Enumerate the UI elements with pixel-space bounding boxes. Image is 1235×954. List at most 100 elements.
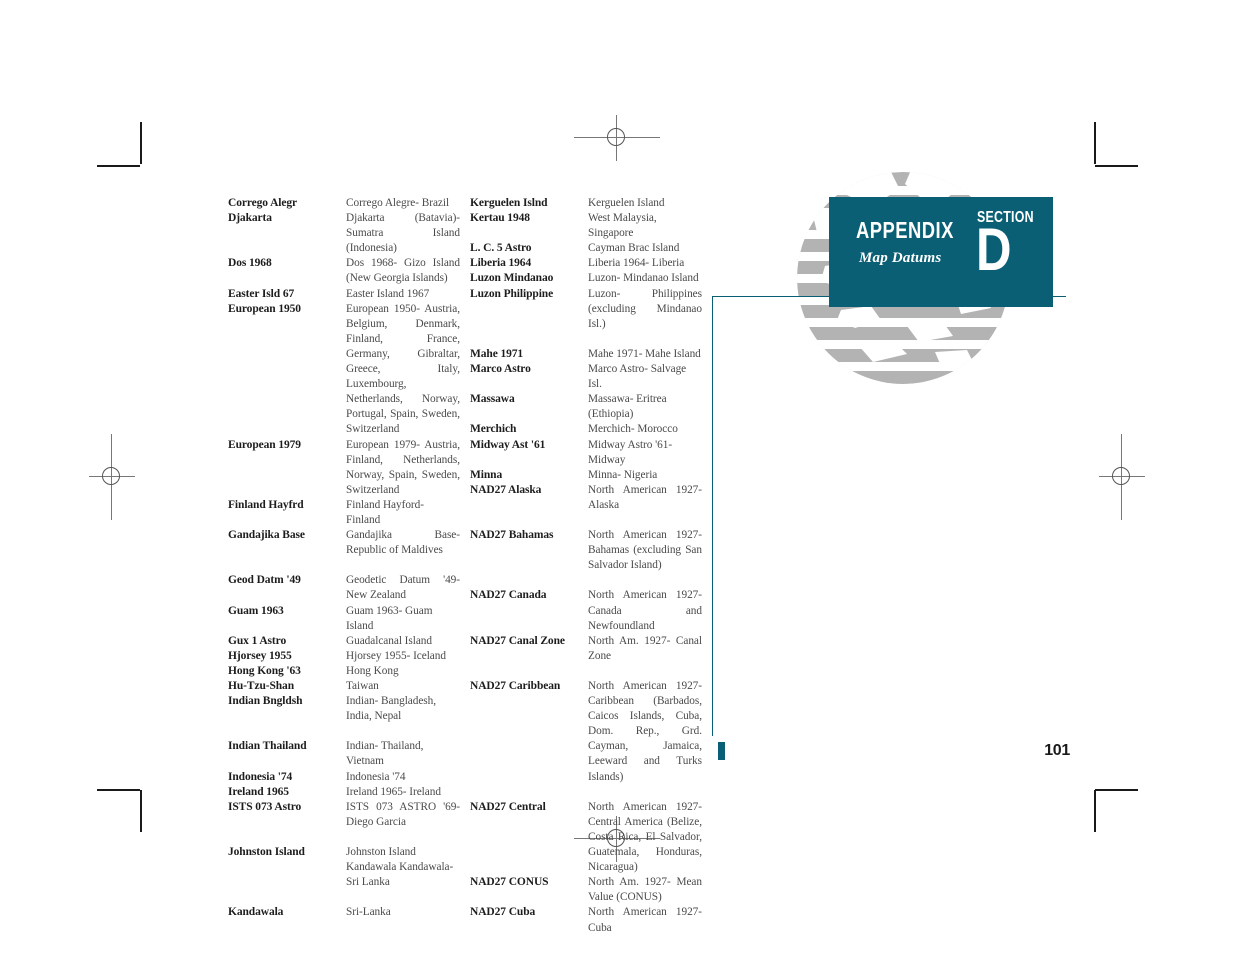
datum-row: Gux 1 Astro Guadalcanal Island <box>228 634 460 649</box>
datum-name: Geod Datm '49 <box>228 574 301 587</box>
datum-name: Hong Kong '63 <box>228 664 301 677</box>
content-frame-rule <box>712 296 1066 736</box>
page-canvas: APPENDIX Map Datums SECTION D Corrego Al… <box>0 0 1235 954</box>
datum-row: ISTS 073 Astro ISTS 073 ASTRO '69- Diego … <box>228 800 460 830</box>
datum-name: Luzon Philippine <box>470 287 554 300</box>
datum-description: North Am. 1927- Canal Zone <box>588 634 702 662</box>
datum-description: Massawa- Eritrea (Ethiopia) <box>588 393 667 421</box>
datum-name: European 1979 <box>228 438 301 451</box>
page-number: 101 <box>1044 742 1070 759</box>
datum-description: North American 1927- Canada and Newfound… <box>588 589 702 632</box>
datum-name: Kandawala <box>228 906 284 919</box>
datum-description: Johnston Island Kandawala Kandawala- Sri… <box>346 846 454 889</box>
datum-row: Guam 1963 Guam 1963- Guam Island <box>228 604 460 634</box>
datum-name: Kertau 1948 <box>470 212 530 225</box>
datum-row: NAD27 Canal Zone North Am. 1927- Canal Zo… <box>470 634 702 664</box>
datum-description: Indian- Bangladesh, India, Nepal <box>346 695 437 723</box>
datum-description: European 1979- Austria, Finland, Netherl… <box>346 438 460 496</box>
datum-description: Taiwan <box>346 680 379 692</box>
datum-name: Dos 1968 <box>228 257 272 270</box>
datum-description: North American 1927- Central America (Be… <box>588 800 702 874</box>
datum-row: Hong Kong '63 Hong Kong <box>228 664 460 679</box>
datum-row: Kandawala Sri-Lanka <box>228 905 460 920</box>
datum-row: NAD27 Alaska North American 1927- Alaska <box>470 483 702 513</box>
datum-name: Marco Astro <box>470 363 531 376</box>
datum-row: Mahe 1971 Mahe 1971- Mahe Island <box>470 347 702 362</box>
datum-description: Guam 1963- Guam Island <box>346 604 433 632</box>
datum-description: ISTS 073 ASTRO '69- Diego Garcia <box>346 800 460 828</box>
datum-name: European 1950 <box>228 302 301 315</box>
datum-description: North American 1927- Alaska <box>588 483 702 511</box>
datum-row: Corrego Alegr Corrego Alegre- Brazil <box>228 196 460 211</box>
datum-description: North Am. 1927- Mean Value (CONUS) <box>588 876 702 904</box>
datum-description: Kerguelen Island <box>588 197 665 209</box>
datum-name: Gux 1 Astro <box>228 634 287 647</box>
datum-row: Midway Ast '61 Midway Astro '61- Midway <box>470 438 702 468</box>
datum-description: Liberia 1964- Liberia <box>588 257 685 270</box>
datum-description: Sri-Lanka <box>346 906 391 919</box>
datum-row: Indian Thailand Indian- Thailand, Vietnam <box>228 739 460 769</box>
datum-name: Corrego Alegr <box>228 197 298 209</box>
datum-description: Indonesia '74 <box>346 770 406 783</box>
datum-row: NAD27 Canada North American 1927- Canada … <box>470 588 702 633</box>
datum-name: L. C. 5 Astro <box>470 242 532 255</box>
datum-description: Indian- Thailand, Vietnam <box>346 740 424 768</box>
datum-name: NAD27 Canal Zone <box>470 634 565 647</box>
datum-row: Massawa Massawa- Eritrea (Ethiopia) <box>470 392 702 422</box>
datum-name: NAD27 Bahamas <box>470 529 554 542</box>
datum-name: Finland Hayfrd <box>228 498 304 511</box>
datum-description: Guadalcanal Island <box>346 634 432 647</box>
datum-row: L. C. 5 Astro Cayman Brac Island <box>470 241 702 256</box>
datum-name: Indian Thailand <box>228 740 307 753</box>
datum-description: Midway Astro '61- Midway <box>588 438 673 466</box>
datum-name: NAD27 CONUS <box>470 876 549 889</box>
datum-row: Johnston Island Johnston Island Kandawala… <box>228 845 460 890</box>
datum-name: Guam 1963 <box>228 604 284 617</box>
datum-name: Massawa <box>470 393 515 406</box>
datum-name: NAD27 Central <box>470 800 546 813</box>
datum-row: Gandajika Base Gandajika Base- Republic o… <box>228 528 460 558</box>
datum-description: Gandajika Base- Republic of Maldives <box>346 529 460 557</box>
datum-row: Hu-Tzu-Shan Taiwan <box>228 679 460 694</box>
datum-row: Djakarta Djakarta (Batavia)- Sumatra Isla… <box>228 211 460 256</box>
datum-row: NAD27 Cuba North American 1927- Cuba <box>470 905 702 935</box>
datum-description: Finland Hayford- Finland <box>346 498 424 526</box>
datum-row: European 1950 European 1950- Austria, Bel… <box>228 302 460 438</box>
datum-row: Hjorsey 1955 Hjorsey 1955- Iceland <box>228 649 460 664</box>
datum-row: Ireland 1965 Ireland 1965- Ireland <box>228 785 460 800</box>
datum-column-right: Kerguelen Islnd Kerguelen Island Kertau 19… <box>470 196 702 936</box>
datum-description: North American 1927- Bahamas (excluding … <box>588 529 702 572</box>
datum-name: Hjorsey 1955 <box>228 649 292 662</box>
datum-name: NAD27 Cuba <box>470 906 536 919</box>
datum-row: NAD27 Central North American 1927- Centra… <box>470 800 702 875</box>
datum-description: Luzon- Mindanao Island <box>588 272 699 285</box>
datum-name: NAD27 Alaska <box>470 483 542 496</box>
datum-name: Gandajika Base <box>228 529 305 542</box>
datum-name: Merchich <box>470 423 517 436</box>
datum-description: Easter Island 1967 <box>346 287 430 300</box>
datum-row: Luzon Mindanao Luzon- Mindanao Island <box>470 271 702 286</box>
datum-row: NAD27 Bahamas North American 1927- Bahama… <box>470 528 702 573</box>
datum-description: West Malaysia, Singapore <box>588 212 657 240</box>
datum-description: Hong Kong <box>346 664 399 677</box>
datum-name: NAD27 Canada <box>470 589 547 602</box>
datum-name: Indonesia '74 <box>228 770 293 783</box>
datum-column-left: Corrego Alegr Corrego Alegre- Brazil Djaka… <box>228 196 460 921</box>
appendix-badge: APPENDIX Map Datums SECTION D <box>829 197 1053 307</box>
appendix-subtitle: Map Datums <box>859 250 942 266</box>
datum-row: Marco Astro Marco Astro- Salvage Isl. <box>470 362 702 392</box>
datum-name: Midway Ast '61 <box>470 438 546 451</box>
datum-row: Easter Isld 67 Easter Island 1967 <box>228 287 460 302</box>
datum-description: Luzon- Philippines (excluding Mindanao I… <box>588 287 702 330</box>
datum-row: Indian Bngldsh Indian- Bangladesh, India,… <box>228 694 460 724</box>
datum-name: Easter Isld 67 <box>228 287 295 300</box>
datum-name: Hu-Tzu-Shan <box>228 680 295 692</box>
datum-description: Ireland 1965- Ireland <box>346 785 441 798</box>
datum-row: Indonesia '74 Indonesia '74 <box>228 770 460 785</box>
datum-description: Geodetic Datum '49- New Zealand <box>346 574 460 602</box>
datum-name: Kerguelen Islnd <box>470 197 548 209</box>
datum-name: NAD27 Caribbean <box>470 680 561 692</box>
datum-row: Merchich Merchich- Morocco <box>470 422 702 437</box>
datum-description: North American 1927- Caribbean (Barbados… <box>588 680 702 783</box>
datum-row: Kerguelen Islnd Kerguelen Island <box>470 196 702 211</box>
